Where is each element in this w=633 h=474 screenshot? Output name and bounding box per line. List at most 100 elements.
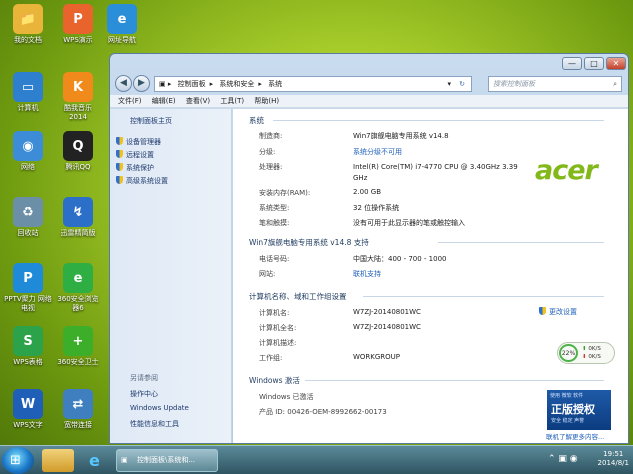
taskbar-control-panel-window[interactable]: ▣ 控制面板\系统和... bbox=[116, 449, 218, 472]
desktop-360-browser-icon[interactable]: e 360安全浏览器6 bbox=[54, 263, 102, 313]
refresh-icon[interactable]: ↻ bbox=[459, 77, 465, 91]
search-icon[interactable]: ⌕ bbox=[613, 77, 617, 91]
desktop-wps-writer-icon[interactable]: W WPS文字 bbox=[4, 389, 52, 430]
wps-spreadsheet-icon: S bbox=[13, 326, 43, 356]
desktop-icon-label: 腾讯QQ bbox=[65, 163, 91, 171]
desktop-wps-presentation-icon[interactable]: P WPS演示 bbox=[54, 4, 102, 45]
network-icon: ◉ bbox=[13, 131, 43, 161]
rating-label: 分级: bbox=[259, 148, 276, 156]
genuine-badge[interactable]: 使用 微软 软件 正版授权 安全 稳定 声誉 bbox=[547, 390, 611, 430]
performance-tools-link[interactable]: 性能信息和工具 bbox=[130, 419, 179, 429]
activation-section-title: Windows 激活 bbox=[249, 376, 300, 385]
breadcrumb-2[interactable]: 系统 bbox=[268, 80, 282, 88]
pen-touch-value: 没有可用于此显示器的笔或触控输入 bbox=[353, 219, 465, 227]
processor-value: Intel(R) Core(TM) i7-4770 CPU @ 3.40GHz … bbox=[353, 163, 518, 182]
search-input[interactable]: 搜索控制面板 ⌕ bbox=[488, 76, 622, 92]
phone-label: 电话号码: bbox=[259, 255, 290, 263]
breadcrumb-1[interactable]: 系统和安全 bbox=[219, 80, 254, 88]
xunlei-icon: ↯ bbox=[63, 197, 93, 227]
desktop-broadband-icon[interactable]: ⇄ 宽带连接 bbox=[54, 389, 102, 430]
forward-arrow-icon: ▶ bbox=[138, 78, 145, 88]
maximize-button[interactable]: □ bbox=[584, 57, 604, 70]
back-button[interactable]: ◀ bbox=[115, 75, 132, 92]
desktop-ie-browser-icon[interactable]: e 网址导航 bbox=[98, 4, 146, 45]
explorer-taskbar-icon[interactable] bbox=[42, 449, 74, 472]
tray-icons[interactable]: ⌃ ▣ ◉ bbox=[548, 454, 578, 464]
learn-more-link[interactable]: 联机了解更多内容... bbox=[546, 431, 604, 441]
processor-label: 处理器: bbox=[259, 163, 283, 171]
dropdown-icon[interactable]: ▾ bbox=[447, 77, 451, 91]
desktop-icon-label: WPS演示 bbox=[63, 36, 93, 44]
desktop-computer-icon[interactable]: ▭ 计算机 bbox=[4, 72, 52, 113]
desktop-pptv-icon[interactable]: P PPTV聚力 网络电视 bbox=[4, 263, 52, 313]
acer-logo: acer bbox=[535, 155, 598, 186]
sidebar-item-advanced-settings[interactable]: 高级系统设置 bbox=[116, 176, 168, 186]
system-type-label: 系统类型: bbox=[259, 204, 290, 212]
clock[interactable]: 19:51 2014/8/1 bbox=[598, 450, 629, 468]
desktop-my-documents-icon[interactable]: 📁 我的文档 bbox=[4, 4, 52, 45]
close-button[interactable]: ✕ bbox=[606, 57, 626, 70]
workgroup-label: 工作组: bbox=[259, 354, 283, 362]
desktop-360-security-icon[interactable]: +360安全卫士 bbox=[54, 326, 102, 367]
see-also-heading: 另请参阅 bbox=[130, 374, 158, 382]
menu-view[interactable]: 查看(V) bbox=[186, 95, 210, 108]
desktop-xunlei-icon[interactable]: ↯ 迅雷精简版 bbox=[54, 197, 102, 238]
desktop-icon-label: 宽带连接 bbox=[64, 421, 92, 429]
breadcrumb-0[interactable]: 控制面板 bbox=[178, 80, 206, 88]
upload-arrow-icon: ⬆ bbox=[582, 346, 587, 352]
360-browser-icon: e bbox=[63, 263, 93, 293]
pptv-icon: P bbox=[13, 263, 43, 293]
desktop-kuwo-music-icon[interactable]: K 酷我音乐 2014 bbox=[54, 72, 102, 122]
control-panel-home-link[interactable]: 控制面板主页 bbox=[130, 116, 172, 126]
ie-taskbar-icon[interactable]: e bbox=[80, 449, 112, 472]
menu-help[interactable]: 帮助(H) bbox=[254, 95, 279, 108]
broadband-icon: ⇄ bbox=[63, 389, 93, 419]
ram-value: 2.00 GB bbox=[353, 188, 382, 196]
back-arrow-icon: ◀ bbox=[120, 78, 127, 88]
shield-icon bbox=[539, 307, 546, 315]
recycle-bin-icon: ♻ bbox=[13, 197, 43, 227]
start-button[interactable]: ⊞ bbox=[2, 447, 34, 474]
desktop-icon-label: 我的文档 bbox=[14, 36, 42, 44]
desktop-icon-label: 网络 bbox=[21, 163, 35, 171]
desktop-icon-label: 网址导航 bbox=[108, 36, 136, 44]
address-bar[interactable]: ▣ ▸ 控制面板 ▸ 系统和安全 ▸ 系统 ▾ ↻ bbox=[154, 76, 472, 92]
pen-touch-label: 笔和触摸: bbox=[259, 219, 290, 227]
windows-logo-icon: ⊞ bbox=[10, 453, 21, 468]
menu-tools[interactable]: 工具(T) bbox=[220, 95, 244, 108]
navigation-bar: ◀ ▶ ▣ ▸ 控制面板 ▸ 系统和安全 ▸ 系统 ▾ ↻ 搜索控制面板 ⌕ bbox=[114, 74, 624, 94]
menu-edit[interactable]: 编辑(E) bbox=[152, 95, 176, 108]
manufacturer-label: 制造商: bbox=[259, 132, 283, 140]
menu-file[interactable]: 文件(F) bbox=[118, 95, 142, 108]
desktop-icon-label: 360安全浏览器6 bbox=[57, 295, 99, 312]
desktop-qq-icon[interactable]: Q 腾讯QQ bbox=[54, 131, 102, 172]
rating-link[interactable]: 系统分级不可用 bbox=[353, 147, 402, 157]
menu-bar: 文件(F) 编辑(E) 查看(V) 工具(T) 帮助(H) bbox=[110, 95, 628, 108]
desktop-icon-label: PPTV聚力 网络电视 bbox=[4, 295, 52, 312]
sidebar-item-remote-settings[interactable]: 远程设置 bbox=[116, 150, 154, 160]
sidebar-item-system-protection[interactable]: 系统保护 bbox=[116, 163, 154, 173]
wps-presentation-icon: P bbox=[63, 4, 93, 34]
desktop-icon-label: 360安全卫士 bbox=[57, 358, 99, 366]
online-support-link[interactable]: 联机支持 bbox=[353, 269, 381, 279]
shield-icon bbox=[116, 150, 123, 158]
support-section-title: Win7旗舰电脑专用系统 v14.8 支持 bbox=[249, 238, 369, 247]
control-panel-icon: ▣ ▸ bbox=[159, 80, 172, 88]
computer-name-label: 计算机名: bbox=[259, 309, 290, 317]
qq-icon: Q bbox=[63, 131, 93, 161]
windows-update-link[interactable]: Windows Update bbox=[130, 404, 189, 412]
activation-status: Windows 已激活 bbox=[259, 393, 314, 401]
sidebar-item-device-manager[interactable]: 设备管理器 bbox=[116, 137, 161, 147]
desktop-recycle-bin-icon[interactable]: ♻ 回收站 bbox=[4, 197, 52, 238]
desktop-wps-spreadsheet-icon[interactable]: S WPS表格 bbox=[4, 326, 52, 367]
ram-label: 安装内存(RAM): bbox=[259, 189, 311, 197]
desktop-icon-label: WPS表格 bbox=[13, 358, 43, 366]
network-speed-widget[interactable]: 22% ⬆ 0K/S ⬇ 0K/S bbox=[557, 342, 615, 364]
shield-icon bbox=[116, 137, 123, 145]
desktop-network-icon[interactable]: ◉ 网络 bbox=[4, 131, 52, 172]
minimize-button[interactable]: — bbox=[562, 57, 582, 70]
action-center-link[interactable]: 操作中心 bbox=[130, 389, 158, 399]
computer-icon: ▭ bbox=[13, 72, 43, 102]
change-settings-link[interactable]: 更改设置 bbox=[539, 307, 577, 317]
forward-button[interactable]: ▶ bbox=[133, 75, 150, 92]
